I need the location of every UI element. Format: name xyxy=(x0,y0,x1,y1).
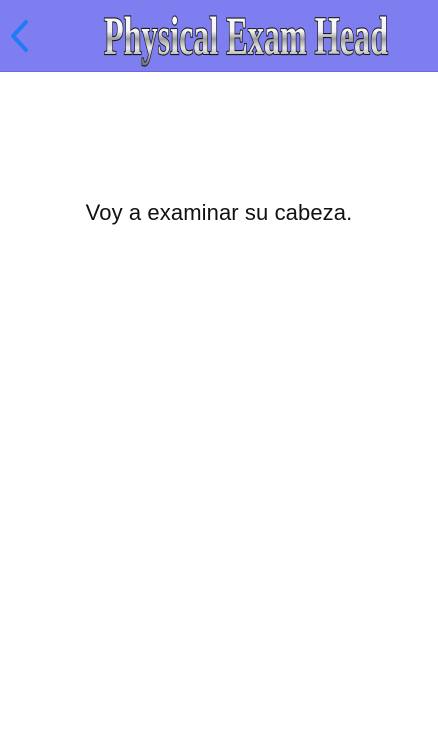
app-screen: Physical Exam Head Voy a examinar su cab… xyxy=(0,0,438,750)
navigation-bar: Physical Exam Head xyxy=(0,0,438,72)
chevron-left-icon xyxy=(11,20,28,52)
page-title: Physical Exam Head xyxy=(104,6,388,66)
title-banner: Physical Exam Head xyxy=(100,2,392,68)
back-button[interactable] xyxy=(6,14,36,58)
phrase-text: Voy a examinar su cabeza. xyxy=(85,200,353,225)
